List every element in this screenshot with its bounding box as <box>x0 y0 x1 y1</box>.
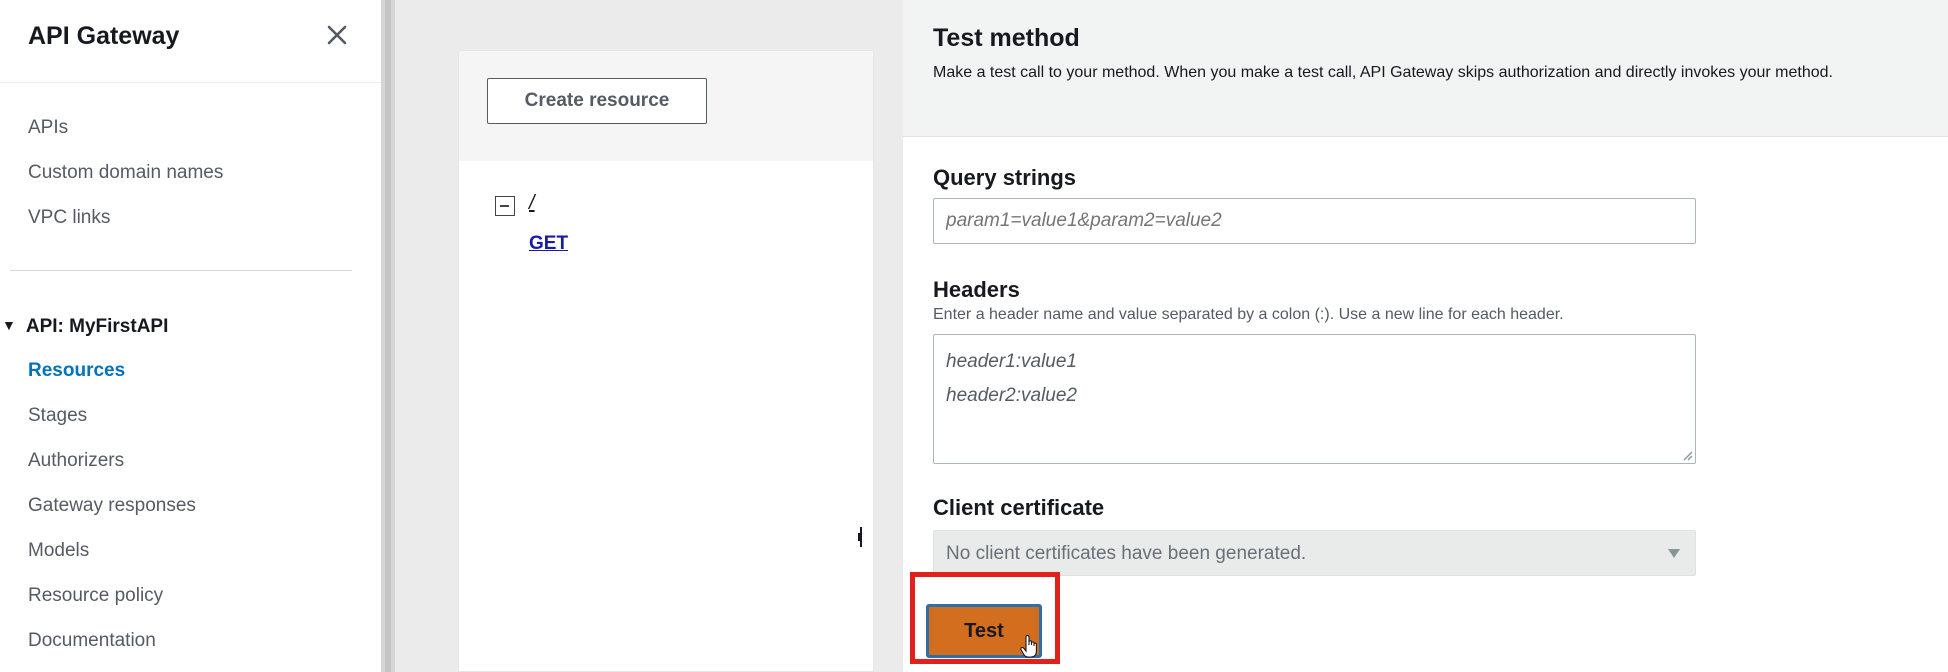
resize-grip-icon[interactable] <box>1681 449 1693 461</box>
client-certificate-label: Client certificate <box>933 495 1105 520</box>
resource-root-path[interactable]: / <box>529 192 535 215</box>
sidebar-header-divider <box>0 82 381 83</box>
navigation-sidebar: API Gateway APIs Custom domain names VPC… <box>0 0 381 672</box>
test-method-panel: Test method Make a test call to your met… <box>903 0 1948 672</box>
sidebar-item-vpc-links[interactable]: VPC links <box>28 207 110 229</box>
client-certificate-value: No client certificates have been generat… <box>946 543 1307 564</box>
api-section-label: API: MyFirstAPI <box>25 316 169 337</box>
api-section-toggle[interactable]: ▼ API: MyFirstAPI <box>2 316 168 338</box>
sidebar-item-stages[interactable]: Stages <box>28 405 87 427</box>
query-strings-input[interactable] <box>933 198 1696 244</box>
resources-panel: Create resource / GET <box>458 50 874 672</box>
headers-label: Headers <box>933 277 1020 302</box>
resources-panel-header: Create resource <box>459 51 873 161</box>
sidebar-item-custom-domain-names[interactable]: Custom domain names <box>28 162 223 184</box>
panel-resize-handle[interactable] <box>858 527 866 547</box>
hand-pointer-icon <box>1020 635 1037 658</box>
sidebar-divider <box>10 270 352 271</box>
headers-textarea[interactable]: header1:value1 header2:value2 <box>933 334 1696 464</box>
headers-placeholder-line: header2:value2 <box>946 385 1077 406</box>
test-method-title: Test method <box>933 24 1080 52</box>
sidebar-item-resources[interactable]: Resources <box>28 360 125 382</box>
sidebar-splitter[interactable] <box>381 0 395 672</box>
sidebar-item-authorizers[interactable]: Authorizers <box>28 450 124 472</box>
method-get-link[interactable]: GET <box>529 233 568 255</box>
query-strings-label: Query strings <box>933 165 1077 190</box>
collapse-box-icon[interactable] <box>495 196 515 216</box>
sidebar-item-gateway-responses[interactable]: Gateway responses <box>28 495 196 517</box>
headers-placeholder-line: header1:value1 <box>946 351 1077 372</box>
create-resource-button[interactable]: Create resource <box>487 78 707 124</box>
close-icon[interactable] <box>322 20 352 50</box>
client-certificate-select[interactable]: No client certificates have been generat… <box>933 530 1696 576</box>
sidebar-title: API Gateway <box>28 22 180 50</box>
test-method-header: Test method Make a test call to your met… <box>903 0 1948 137</box>
chevron-down-icon <box>1668 549 1680 558</box>
headers-hint: Enter a header name and value separated … <box>933 306 1564 323</box>
sidebar-item-documentation[interactable]: Documentation <box>28 630 156 652</box>
caret-down-icon: ▼ <box>2 317 16 333</box>
sidebar-item-models[interactable]: Models <box>28 540 89 562</box>
test-method-description: Make a test call to your method. When yo… <box>933 64 1833 81</box>
sidebar-item-apis[interactable]: APIs <box>28 117 68 139</box>
sidebar-item-resource-policy[interactable]: Resource policy <box>28 585 163 607</box>
